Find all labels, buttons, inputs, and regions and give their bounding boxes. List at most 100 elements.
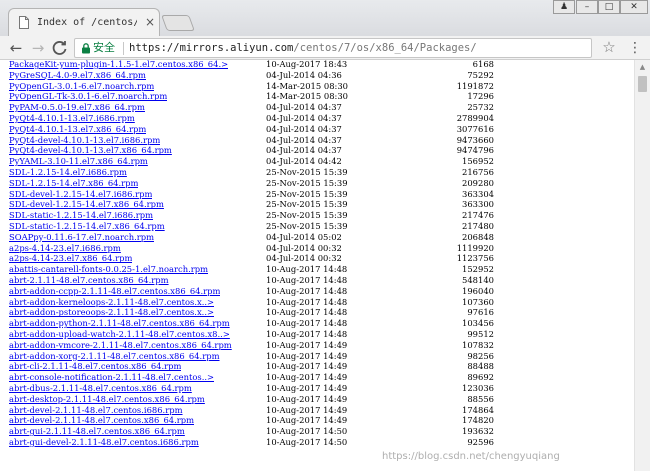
file-link[interactable]: PyQt4-4.10.1-13.el7.i686.rpm — [9, 113, 135, 124]
new-tab-button[interactable] — [161, 15, 195, 31]
secure-label: 安全 — [93, 41, 115, 54]
file-link[interactable]: abrt-gui-2.1.11-48.el7.centos.x86_64.rpm — [9, 426, 185, 437]
file-date: 10-Aug-2017 14:49 — [266, 404, 348, 415]
file-link[interactable]: a2ps-4.14-23.el7.i686.rpm — [9, 243, 121, 254]
file-size: 1123756 — [456, 253, 494, 264]
file-date: 25-Nov-2015 15:39 — [266, 199, 348, 210]
listing-row: abrt-addon-kerneloops-2.1.11-48.el7.cent… — [9, 297, 629, 308]
file-size: 209280 — [462, 177, 494, 188]
file-link[interactable]: PyYAML-3.10-11.el7.x86_64.rpm — [9, 156, 148, 167]
listing-row: SDL-static-1.2.15-14.el7.i686.rpm 25-Nov-… — [9, 210, 629, 221]
file-date: 10-Aug-2017 14:49 — [266, 382, 348, 393]
back-arrow-icon[interactable]: ← — [6, 38, 26, 58]
listing-row: abrt-gui-devel-2.1.11-48.el7.centos.i686… — [9, 437, 629, 448]
file-link[interactable]: abattis-cantarell-fonts-0.0.25-1.el7.noa… — [9, 264, 208, 275]
file-link[interactable]: PyGreSQL-4.0-9.el7.x86_64.rpm — [9, 70, 146, 81]
file-date: 10-Aug-2017 18:43 — [266, 60, 348, 69]
file-date: 25-Nov-2015 15:39 — [266, 220, 348, 231]
file-link[interactable]: abrt-addon-python-2.1.11-48.el7.centos.x… — [9, 318, 230, 329]
file-link[interactable]: abrt-2.1.11-48.el7.centos.x86_64.rpm — [9, 275, 169, 286]
file-link[interactable]: abrt-addon-pstoreoops-2.1.11-48.el7.cent… — [9, 307, 214, 318]
file-link[interactable]: SDL-devel-1.2.15-14.el7.i686.rpm — [9, 189, 152, 200]
file-link[interactable]: PyOpenGL-3.0.1-6.el7.noarch.rpm — [9, 81, 154, 92]
file-size: 92596 — [467, 436, 494, 447]
page-content: PackageKit-yum-plugin-1.1.5-1.el7.centos… — [0, 60, 634, 471]
bookmark-star-icon[interactable]: ☆ — [600, 38, 618, 56]
file-date: 25-Nov-2015 15:39 — [266, 166, 348, 177]
file-link[interactable]: PyQt4-devel-4.10.1-13.el7.i686.rpm — [9, 135, 160, 146]
scroll-up-arrow-icon[interactable]: ▲ — [635, 60, 650, 74]
file-date: 04-Jul-2014 05:02 — [266, 231, 342, 242]
file-date: 10-Aug-2017 14:48 — [266, 328, 348, 339]
file-link[interactable]: SDL-static-1.2.15-14.el7.x86_64.rpm — [9, 221, 165, 232]
file-link[interactable]: PyOpenGL-Tk-3.0.1-6.el7.noarch.rpm — [9, 91, 167, 102]
file-date: 10-Aug-2017 14:48 — [266, 274, 348, 285]
file-link[interactable]: a2ps-4.14-23.el7.x86_64.rpm — [9, 253, 132, 264]
file-date: 25-Nov-2015 15:39 — [266, 210, 348, 221]
maximize-button[interactable]: □ — [598, 0, 620, 14]
file-size: 196040 — [462, 285, 494, 296]
file-link[interactable]: PyQt4-4.10.1-13.el7.x86_64.rpm — [9, 124, 146, 135]
file-size: 174820 — [462, 415, 494, 426]
file-date: 10-Aug-2017 14:50 — [266, 426, 348, 437]
listing-row: SDL-devel-1.2.15-14.el7.i686.rpm 25-Nov-2… — [9, 189, 629, 200]
file-link[interactable]: abrt-console-notification-2.1.11-48.el7.… — [9, 372, 214, 383]
listing-row: abrt-addon-python-2.1.11-48.el7.centos.x… — [9, 318, 629, 329]
file-link[interactable]: abrt-dbus-2.1.11-48.el7.centos.x86_64.rp… — [9, 383, 192, 394]
file-size: 97616 — [467, 307, 494, 318]
url-text[interactable]: https://mirrors.aliyun.com/centos/7/os/x… — [129, 41, 477, 55]
file-date: 04-Jul-2014 00:32 — [266, 242, 342, 253]
browser-toolbar: ← → 安全 https://mirrors.aliyun.com/centos… — [0, 36, 650, 60]
file-link[interactable]: PyQt4-devel-4.10.1-13.el7.x86_64.rpm — [9, 145, 172, 156]
file-size: 107360 — [462, 296, 494, 307]
menu-icon[interactable]: ⋮ — [628, 39, 642, 57]
close-window-button[interactable]: ✕ — [620, 0, 648, 14]
reload-icon[interactable] — [50, 38, 70, 58]
watermark: https://blog.csdn.net/chengyuqiang — [382, 451, 560, 462]
listing-row: abrt-devel-2.1.11-48.el7.centos.i686.rpm… — [9, 405, 629, 416]
listing-row: SDL-static-1.2.15-14.el7.x86_64.rpm 25-No… — [9, 221, 629, 232]
vertical-scrollbar[interactable]: ▲ — [634, 60, 650, 471]
file-link[interactable]: PackageKit-yum-plugin-1.1.5-1.el7.centos… — [9, 60, 228, 70]
file-link[interactable]: SDL-1.2.15-14.el7.i686.rpm — [9, 167, 127, 178]
scroll-thumb[interactable] — [638, 76, 647, 92]
file-link[interactable]: abrt-cli-2.1.11-48.el7.centos.x86_64.rpm — [9, 361, 181, 372]
file-link[interactable]: abrt-addon-xorg-2.1.11-48.el7.centos.x86… — [9, 351, 220, 362]
file-date: 04-Jul-2014 00:32 — [266, 253, 342, 264]
minimize-button[interactable]: – — [576, 0, 598, 14]
listing-row: PackageKit-yum-plugin-1.1.5-1.el7.centos… — [9, 60, 629, 70]
tab-close-icon[interactable]: × — [143, 15, 157, 29]
file-link[interactable]: SDL-1.2.15-14.el7.x86_64.rpm — [9, 178, 138, 189]
file-date: 25-Nov-2015 15:39 — [266, 177, 348, 188]
file-link[interactable]: abrt-addon-kerneloops-2.1.11-48.el7.cent… — [9, 297, 214, 308]
file-link[interactable]: abrt-addon-upload-watch-2.1.11-48.el7.ce… — [9, 329, 230, 340]
lock-icon — [82, 43, 90, 54]
address-bar[interactable]: 安全 https://mirrors.aliyun.com/centos/7/o… — [74, 38, 592, 58]
listing-row: abrt-desktop-2.1.11-48.el7.centos.x86_64… — [9, 394, 629, 405]
file-link[interactable]: SOAPpy-0.11.6-17.el7.noarch.rpm — [9, 232, 154, 243]
file-size: 152952 — [462, 264, 494, 275]
file-size: 123036 — [462, 382, 494, 393]
browser-tab[interactable]: Index of /centos/7/os × — [8, 8, 160, 36]
file-date: 10-Aug-2017 14:48 — [266, 285, 348, 296]
file-size: 88556 — [467, 393, 494, 404]
file-link[interactable]: abrt-addon-vmcore-2.1.11-48.el7.centos.x… — [9, 340, 232, 351]
file-date: 04-Jul-2014 04:42 — [266, 156, 342, 167]
file-size: 17296 — [467, 91, 494, 102]
listing-row: abattis-cantarell-fonts-0.0.25-1.el7.noa… — [9, 264, 629, 275]
file-link[interactable]: abrt-addon-ccpp-2.1.11-48.el7.centos.x86… — [9, 286, 220, 297]
user-profile-icon[interactable]: ♟ — [553, 0, 575, 14]
file-date: 10-Aug-2017 14:49 — [266, 339, 348, 350]
file-link[interactable]: abrt-desktop-2.1.11-48.el7.centos.x86_64… — [9, 394, 205, 405]
listing-row: abrt-addon-upload-watch-2.1.11-48.el7.ce… — [9, 329, 629, 340]
forward-arrow-icon[interactable]: → — [28, 38, 48, 58]
file-link[interactable]: abrt-gui-devel-2.1.11-48.el7.centos.i686… — [9, 437, 199, 448]
file-link[interactable]: SDL-devel-1.2.15-14.el7.x86_64.rpm — [9, 199, 164, 210]
listing-row: abrt-cli-2.1.11-48.el7.centos.x86_64.rpm… — [9, 361, 629, 372]
file-size: 156952 — [462, 156, 494, 167]
file-link[interactable]: abrt-devel-2.1.11-48.el7.centos.x86_64.r… — [9, 415, 194, 426]
file-link[interactable]: abrt-devel-2.1.11-48.el7.centos.i686.rpm — [9, 405, 183, 416]
listing-row: a2ps-4.14-23.el7.i686.rpm 04-Jul-2014 00:… — [9, 243, 629, 254]
file-link[interactable]: PyPAM-0.5.0-19.el7.x86_64.rpm — [9, 102, 145, 113]
file-link[interactable]: SDL-static-1.2.15-14.el7.i686.rpm — [9, 210, 153, 221]
